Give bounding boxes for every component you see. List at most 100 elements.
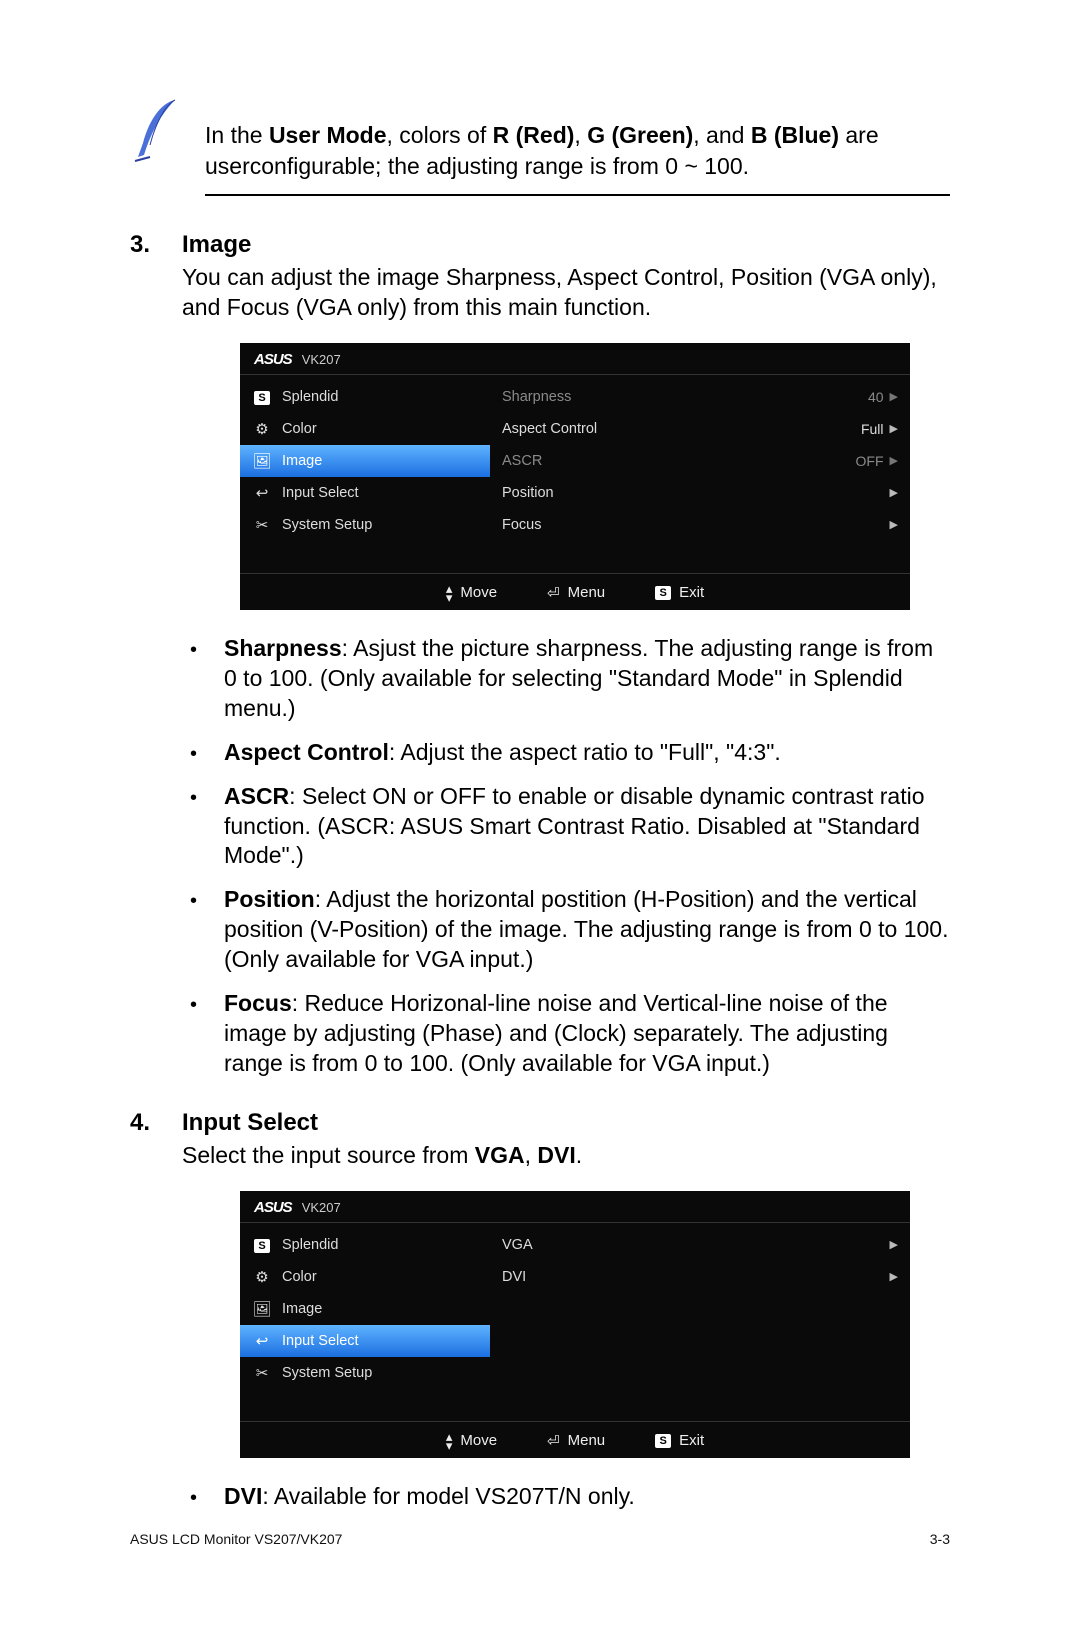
osd-image: ASUS VK207 S Splendid ⚙ Color 🖼 Image ↩ Input S…	[240, 343, 910, 610]
footer-menu: ⏎Menu	[547, 1432, 605, 1450]
asus-logo: ASUS	[254, 351, 292, 368]
bullet-text: Aspect Control: Adjust the aspect ratio …	[224, 738, 950, 768]
chevron-right-icon: ▶	[890, 486, 898, 499]
content-item-label: Focus	[502, 517, 542, 533]
sidebar-item-icon: ↩	[252, 484, 272, 502]
bullet-text: Focus: Reduce Horizonal-line noise and V…	[224, 989, 950, 1079]
footer-move: ▴▾Move	[446, 584, 497, 602]
osd-content-item[interactable]: ASCROFF▶	[490, 445, 910, 477]
content-item-value: ▶	[890, 486, 898, 499]
bullet-item: •DVI: Available for model VS207T/N only.	[190, 1482, 950, 1512]
footer-move: ▴▾Move	[446, 1432, 497, 1450]
note-text: In the User Mode, colors of R (Red), G (…	[205, 95, 950, 182]
divider	[205, 194, 950, 196]
chevron-right-icon: ▶	[890, 390, 898, 403]
section-desc: Select the input source from VGA, DVI.	[182, 1141, 950, 1171]
section-title: Input Select	[182, 1109, 950, 1137]
footer-exit: SExit	[655, 584, 704, 602]
sidebar-item-label: Input Select	[282, 1333, 359, 1349]
bullet-text: Sharpness: Asjust the picture sharpness.…	[224, 634, 950, 724]
content-item-value: 40▶	[868, 389, 898, 405]
chevron-right-icon: ▶	[890, 454, 898, 467]
bullet-marker: •	[190, 637, 202, 663]
osd-sidebar-item[interactable]: ✂System Setup	[240, 509, 490, 541]
osd-sidebar-item[interactable]: ✂System Setup	[240, 1357, 490, 1389]
chevron-right-icon: ▶	[890, 422, 898, 435]
sidebar-item-icon: 🖼	[252, 452, 272, 470]
section-4: 4. Input Select Select the input source …	[130, 1109, 950, 1171]
content-item-label: ASCR	[502, 453, 542, 469]
section-number: 3.	[130, 231, 162, 323]
bullet-marker: •	[190, 1485, 202, 1511]
bullet-item: •ASCR: Select ON or OFF to enable or dis…	[190, 782, 950, 872]
updown-icon: ▴▾	[446, 1432, 453, 1450]
sidebar-item-label: Image	[282, 453, 322, 469]
asus-logo: ASUS	[254, 1199, 292, 1216]
osd-content-item[interactable]: VGA ▶	[490, 1229, 910, 1261]
sidebar-item-icon: S	[252, 388, 272, 405]
bullet-item: • Aspect Control: Adjust the aspect ratio…	[190, 738, 950, 768]
section-number: 4.	[130, 1109, 162, 1171]
osd-footer: ▴▾Move ⏎Menu SExit	[240, 1421, 910, 1458]
quill-icon	[130, 95, 185, 170]
section-title: Image	[182, 231, 950, 259]
osd-sidebar-item[interactable]: 🖼 Image	[240, 445, 490, 477]
osd-sidebar-item[interactable]: ↩Input Select	[240, 1325, 490, 1357]
bullet-text: ASCR: Select ON or OFF to enable or disa…	[224, 782, 950, 872]
sidebar-item-label: Color	[282, 421, 317, 437]
osd-sidebar-item[interactable]: 🖼 Image	[240, 1293, 490, 1325]
osd-sidebar-item[interactable]: S Splendid	[240, 1229, 490, 1261]
bullet-item: •Position: Adjust the horizontal postiti…	[190, 885, 950, 975]
sidebar-item-label: Splendid	[282, 1237, 338, 1253]
osd-sidebar-item[interactable]: S Splendid	[240, 381, 490, 413]
osd-footer: ▴▾Move ⏎Menu SExit	[240, 573, 910, 610]
page-footer: ASUS LCD Monitor VS207/VK207 3-3	[130, 1531, 950, 1547]
bullet-item: • Sharpness: Asjust the picture sharpness…	[190, 634, 950, 724]
content-item-value: ▶	[890, 1270, 898, 1283]
content-item-label: Aspect Control	[502, 421, 597, 437]
s-icon: S	[655, 586, 671, 600]
note-block: In the User Mode, colors of R (Red), G (…	[130, 95, 950, 182]
bullet-marker: •	[190, 888, 202, 914]
content-item-value: Full▶	[861, 421, 898, 437]
sidebar-item-icon: 🖼	[252, 1300, 272, 1318]
footer-left: ASUS LCD Monitor VS207/VK207	[130, 1531, 342, 1547]
content-item-value: ▶	[890, 518, 898, 531]
content-item-label: Position	[502, 485, 554, 501]
osd-sidebar: S Splendid ⚙ Color 🖼 Image ↩ Input Select ✂Syste…	[240, 375, 490, 573]
osd-content-item[interactable]: Aspect Control Full▶	[490, 413, 910, 445]
osd-content-item[interactable]: Position ▶	[490, 477, 910, 509]
chevron-right-icon: ▶	[890, 518, 898, 531]
bullet-marker: •	[190, 741, 202, 767]
bullets-section-3: • Sharpness: Asjust the picture sharpness…	[190, 634, 950, 1079]
osd-sidebar-item[interactable]: ⚙ Color	[240, 1261, 490, 1293]
sidebar-item-label: System Setup	[282, 517, 372, 533]
osd-sidebar-item[interactable]: ↩ Input Select	[240, 477, 490, 509]
osd-content: Sharpness40▶Aspect ControlFull▶ASCROFF▶P…	[490, 375, 910, 573]
sidebar-item-label: Color	[282, 1269, 317, 1285]
osd-sidebar-item[interactable]: ⚙ Color	[240, 413, 490, 445]
osd-header: ASUS VK207	[240, 343, 910, 375]
sidebar-item-label: Splendid	[282, 389, 338, 405]
sidebar-item-label: Input Select	[282, 485, 359, 501]
osd-content-item[interactable]: Sharpness40▶	[490, 381, 910, 413]
sidebar-item-icon: ⚙	[252, 1268, 272, 1286]
osd-sidebar: S Splendid ⚙ Color 🖼 Image ↩Input Select✂Syste…	[240, 1223, 490, 1421]
sidebar-item-label: Image	[282, 1301, 322, 1317]
osd-model: VK207	[302, 1200, 341, 1215]
sidebar-item-icon: ✂	[252, 1364, 272, 1382]
footer-exit: SExit	[655, 1432, 704, 1450]
bullets-section-4: •DVI: Available for model VS207T/N only.	[190, 1482, 950, 1512]
osd-content-item[interactable]: Focus ▶	[490, 509, 910, 541]
menu-icon: ⏎	[547, 1432, 560, 1450]
chevron-right-icon: ▶	[890, 1238, 898, 1251]
sidebar-item-icon: S	[252, 1236, 272, 1253]
content-item-label: VGA	[502, 1237, 533, 1253]
osd-model: VK207	[302, 352, 341, 367]
osd-content-item[interactable]: DVI ▶	[490, 1261, 910, 1293]
bullet-marker: •	[190, 992, 202, 1018]
sidebar-item-icon: ⚙	[252, 420, 272, 438]
section-desc: You can adjust the image Sharpness, Aspe…	[182, 263, 950, 323]
s-icon: S	[655, 1434, 671, 1448]
content-item-label: DVI	[502, 1269, 526, 1285]
